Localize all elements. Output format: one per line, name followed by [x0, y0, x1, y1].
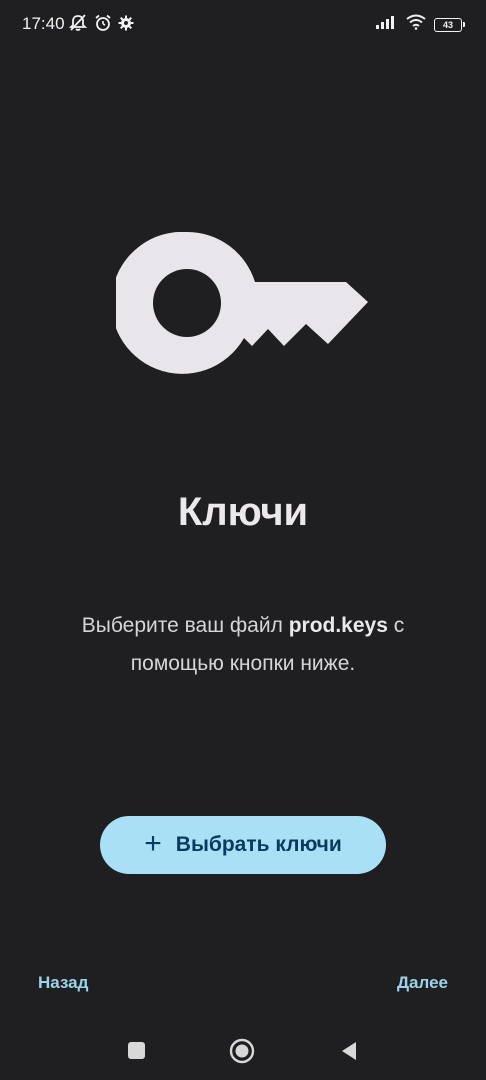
page-title: Ключи [177, 490, 309, 534]
filename-highlight: prod.keys [288, 614, 388, 637]
home-icon[interactable] [229, 1038, 255, 1064]
system-nav-bar [0, 1022, 486, 1080]
plus-icon: + [144, 826, 162, 860]
alarm-clock-icon [94, 14, 112, 37]
select-keys-label: Выбрать ключи [175, 833, 342, 856]
recent-apps-icon[interactable] [128, 1042, 145, 1059]
instruction-text: Выберите ваш файл prod.keys с помощью кн… [40, 607, 446, 683]
key-icon [111, 231, 372, 374]
wifi-icon [406, 14, 426, 35]
back-button[interactable]: Назад [38, 973, 88, 993]
keys-setup-screen: 17:40 43 Ключи Выберите ваш файл prod.ke… [0, 0, 486, 1080]
back-icon[interactable] [339, 1040, 359, 1062]
status-left-icons [68, 13, 134, 38]
signal-bars-icon [376, 15, 398, 34]
status-time: 17:40 [22, 14, 65, 33]
battery-level: 43 [442, 19, 453, 30]
instruction-text-before: Выберите ваш файл [81, 614, 289, 637]
gear-icon [118, 15, 134, 36]
status-right-icons: 43 [376, 14, 465, 35]
status-bar: 17:40 43 [0, 0, 486, 48]
battery-icon: 43 [434, 17, 465, 32]
select-keys-button[interactable]: + Выбрать ключи [100, 816, 386, 874]
next-button[interactable]: Далее [397, 973, 448, 993]
muted-bell-icon [68, 13, 88, 38]
